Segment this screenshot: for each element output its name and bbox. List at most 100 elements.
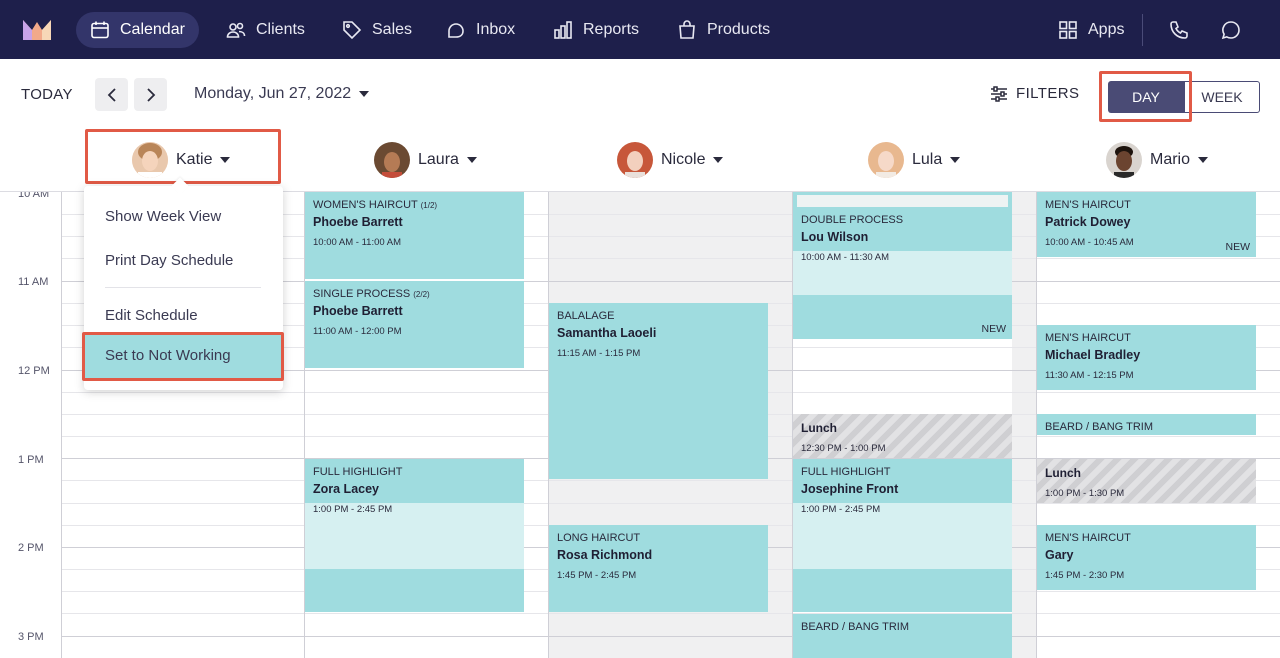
nav-sales[interactable]: Sales — [328, 12, 426, 48]
block-time: 1:00 PM - 1:30 PM — [1045, 488, 1125, 499]
lunch-block[interactable]: Lunch 1:00 PM - 1:30 PM — [1037, 459, 1256, 503]
client-name: Lou Wilson — [801, 230, 869, 244]
service-label: MEN'S HAIRCUT — [1045, 332, 1131, 344]
next-day-button[interactable] — [134, 78, 167, 111]
current-date: Monday, Jun 27, 2022 — [194, 85, 352, 102]
service-label: LONG HAIRCUT — [557, 532, 641, 544]
staff-nicole[interactable]: Nicole — [617, 141, 724, 179]
menu-print-day-schedule[interactable]: Print Day Schedule — [105, 252, 233, 269]
menu-show-week-view[interactable]: Show Week View — [105, 208, 221, 225]
caret-down-icon — [950, 157, 961, 163]
week-view-button[interactable]: WEEK — [1184, 81, 1260, 113]
staff-name: Mario — [1150, 151, 1191, 168]
top-nav: Calendar Clients Sales Inbox Reports Pro… — [0, 0, 1280, 59]
prev-day-button[interactable] — [95, 78, 128, 111]
nav-reports-label: Reports — [583, 21, 640, 38]
client-name: Josephine Front — [801, 482, 899, 496]
day-view-button[interactable]: DAY — [1108, 81, 1184, 113]
brand-logo[interactable] — [22, 18, 52, 40]
time-label: 12 PM — [18, 365, 50, 377]
appointment-time: 10:00 AM - 11:30 AM — [801, 252, 890, 263]
chat-button[interactable] — [1207, 12, 1255, 48]
nav-apps[interactable]: Apps — [1044, 12, 1138, 48]
service-label: BALALAGE — [557, 310, 615, 322]
appointment-details: FULL HIGHLIGHT Zora Lacey 1:00 PM - 2:45… — [313, 466, 516, 515]
staff-name: Katie — [176, 151, 213, 168]
staff-mario[interactable]: Mario — [1106, 141, 1209, 179]
appointment-card[interactable]: FULL HIGHLIGHT Zora Lacey 1:00 PM - 2:45… — [305, 459, 524, 612]
appointment-card[interactable]: FULL HIGHLIGHT Josephine Front 1:00 PM -… — [793, 459, 1012, 612]
avatar — [868, 142, 904, 178]
appointment-card[interactable]: SINGLE PROCESS (2/2) Phoebe Barrett 11:0… — [305, 281, 524, 368]
phone-button[interactable] — [1155, 12, 1203, 48]
nav-inbox-label: Inbox — [476, 21, 516, 38]
nav-clients-label: Clients — [256, 21, 305, 38]
appointment-card[interactable]: LONG HAIRCUT Rosa Richmond 1:45 PM - 2:4… — [549, 525, 768, 612]
client-name: Patrick Dowey — [1045, 215, 1131, 229]
nav-calendar[interactable]: Calendar — [76, 12, 199, 48]
appointment-card[interactable]: MEN'S HAIRCUT Patrick Dowey 10:00 AM - 1… — [1037, 192, 1256, 257]
avatar — [132, 142, 168, 178]
menu-pointer — [171, 177, 189, 195]
appointment-time: 10:00 AM - 10:45 AM — [1045, 237, 1134, 248]
staff-lula[interactable]: Lula — [868, 141, 961, 179]
caret-down-icon — [1198, 157, 1209, 163]
service-label: BEARD / BANG TRIM — [801, 621, 909, 633]
nav-reports[interactable]: Reports — [539, 12, 653, 48]
appointment-card[interactable]: DOUBLE PROCESS Lou Wilson 10:00 AM - 11:… — [793, 192, 1012, 339]
service-label: DOUBLE PROCESS — [801, 214, 904, 226]
staff-name: Laura — [418, 151, 459, 168]
column-divider — [61, 192, 62, 658]
grid-line — [62, 613, 1280, 614]
nav-divider — [1142, 14, 1143, 46]
caret-down-icon — [466, 157, 477, 163]
nav-inbox[interactable]: Inbox — [432, 12, 529, 48]
service-name: WOMEN'S HAIRCUT — [313, 199, 418, 211]
appointment-details: DOUBLE PROCESS Lou Wilson 10:00 AM - 11:… — [801, 214, 1004, 263]
apps-grid-icon — [1059, 21, 1077, 39]
prep-block — [797, 195, 1008, 207]
service-label: MEN'S HAIRCUT — [1045, 532, 1131, 544]
new-client-badge: NEW — [981, 323, 1007, 335]
grid-line — [62, 636, 1280, 637]
appointment-card[interactable]: MEN'S HAIRCUT Gary 1:45 PM - 2:30 PM — [1037, 525, 1256, 590]
appointment-card[interactable]: BEARD / BANG TRIM — [1037, 414, 1256, 435]
date-picker[interactable]: Monday, Jun 27, 2022 — [194, 85, 370, 103]
time-label: 10 AM — [18, 192, 50, 200]
chat-bubble-icon — [1221, 21, 1240, 40]
block-title: Lunch — [1045, 466, 1081, 480]
appointment-card[interactable]: BALALAGE Samantha Laoeli 11:15 AM - 1:15… — [549, 303, 768, 479]
filters-button[interactable]: FILTERS — [990, 85, 1079, 102]
chevron-right-icon — [146, 87, 155, 102]
service-label: FULL HIGHLIGHT — [801, 466, 891, 478]
staff-name: Lula — [912, 151, 943, 168]
appointment-card[interactable]: WOMEN'S HAIRCUT (1/2) Phoebe Barrett 10:… — [305, 192, 524, 279]
appointment-card[interactable]: BEARD / BANG TRIM — [793, 614, 1012, 658]
staff-laura[interactable]: Laura — [374, 141, 477, 179]
staff-options-menu: Show Week View Print Day Schedule Edit S… — [84, 177, 283, 390]
lunch-block[interactable]: Lunch 12:30 PM - 1:00 PM — [793, 414, 1012, 458]
appointment-time: 1:00 PM - 2:45 PM — [313, 504, 393, 515]
calendar-icon — [91, 21, 109, 39]
time-label: 2 PM — [18, 542, 44, 554]
avatar — [374, 142, 410, 178]
menu-set-not-working[interactable]: Set to Not Working — [84, 334, 283, 378]
time-label: 11 AM — [18, 276, 49, 288]
service-part: (2/2) — [413, 290, 430, 299]
staff-katie[interactable]: Katie — [132, 141, 231, 179]
time-label: 3 PM — [18, 631, 44, 643]
caret-down-icon — [359, 91, 370, 97]
nav-clients[interactable]: Clients — [212, 12, 319, 48]
nav-apps-label: Apps — [1088, 21, 1125, 38]
staff-name: Nicole — [661, 151, 706, 168]
client-name: Michael Bradley — [1045, 348, 1141, 362]
appointment-time: 10:00 AM - 11:00 AM — [313, 237, 402, 248]
menu-edit-schedule[interactable]: Edit Schedule — [105, 307, 198, 324]
caret-down-icon — [713, 157, 724, 163]
shopping-bag-icon — [679, 20, 695, 39]
appointment-card[interactable]: MEN'S HAIRCUT Michael Bradley 11:30 AM -… — [1037, 325, 1256, 390]
menu-divider — [105, 287, 261, 288]
nav-products[interactable]: Products — [663, 12, 784, 48]
today-button[interactable]: TODAY — [21, 86, 73, 103]
tag-icon — [343, 21, 362, 40]
